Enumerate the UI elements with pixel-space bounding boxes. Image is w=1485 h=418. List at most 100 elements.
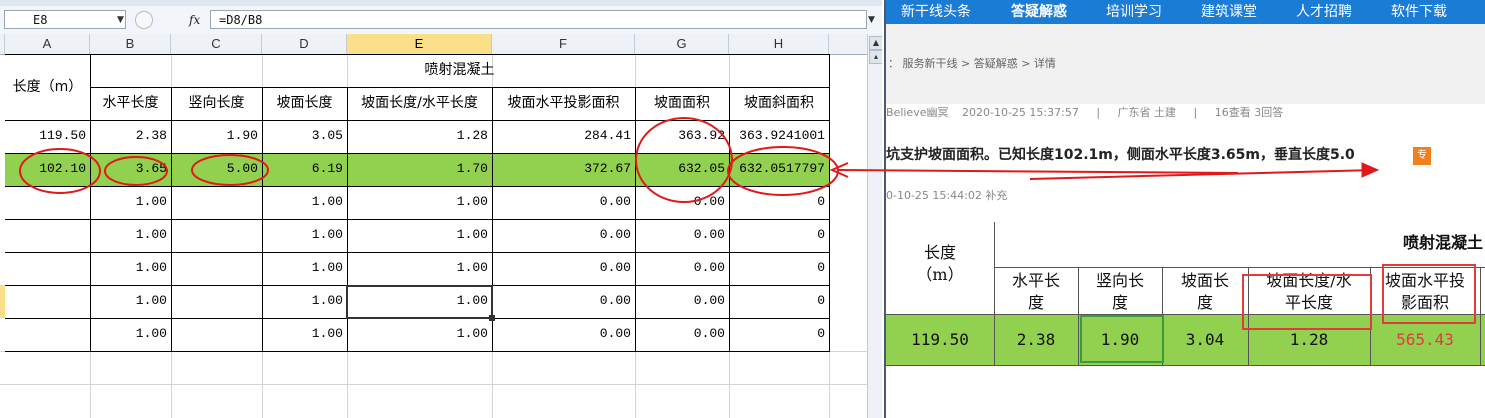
cell-inclined-area[interactable]: 0 <box>729 219 829 252</box>
cell-horizontal-length[interactable]: 1.00 <box>90 318 171 351</box>
cell-horizontal-length[interactable]: 3.65 <box>90 153 171 186</box>
cell-slope-ratio[interactable]: 1.00 <box>347 219 492 252</box>
cell-slope-area[interactable]: 0.00 <box>635 186 729 219</box>
cell-horizontal-length[interactable]: 1.00 <box>90 219 171 252</box>
split-handle[interactable]: ▴ <box>869 50 882 64</box>
breadcrumb[interactable]: ： 服务新干线 > 答疑解惑 > 详情 <box>888 55 1056 71</box>
table-border <box>635 87 636 351</box>
cell-slope-ratio[interactable]: 1.00 <box>347 318 492 351</box>
cell-slope-area[interactable]: 0.00 <box>635 219 729 252</box>
cell-length[interactable] <box>5 318 90 351</box>
name-box-dropdown-icon[interactable]: ▼ <box>117 15 124 25</box>
red-highlight-box <box>1382 264 1476 324</box>
cell-slope-ratio[interactable]: 1.00 <box>347 186 492 219</box>
formula-expand-icon[interactable]: ▼ <box>868 15 875 25</box>
col-header-c[interactable]: C <box>171 34 262 54</box>
cell-horizontal-length[interactable]: 2.38 <box>90 120 171 153</box>
cell-vertical-length[interactable] <box>171 252 262 285</box>
cell-projected-area[interactable]: 284.41 <box>492 120 635 153</box>
cell-slope-length[interactable]: 1.00 <box>262 186 347 219</box>
name-box[interactable]: E8 <box>4 10 126 29</box>
subheader-inclined-area[interactable]: 坡面斜面积 <box>729 87 829 120</box>
formula-input[interactable]: =D8/B8 <box>210 10 867 29</box>
nav-item-downloads[interactable]: 软件下载 <box>1391 0 1447 24</box>
cell-projected-area[interactable]: 0.00 <box>492 252 635 285</box>
cell-vertical-length[interactable] <box>171 219 262 252</box>
cell-slope-length[interactable]: 1.00 <box>262 219 347 252</box>
cell-slope-length[interactable]: 1.00 <box>262 285 347 318</box>
shotcrete-group-header[interactable]: 喷射混凝土 <box>90 54 829 87</box>
col-header-e[interactable]: E <box>347 34 492 54</box>
cell-inclined-area[interactable]: 363.9241001 <box>729 120 829 153</box>
cell-projected-area[interactable]: 372.67 <box>492 153 635 186</box>
col-header-d[interactable]: D <box>262 34 347 54</box>
subheader-slope-ratio[interactable]: 坡面长度/水平长度 <box>347 87 492 120</box>
cell-slope-ratio[interactable]: 1.00 <box>347 252 492 285</box>
cell-length[interactable] <box>5 285 90 318</box>
post-location: 广东省 土建 <box>1117 106 1177 119</box>
cell-horizontal-length[interactable]: 1.00 <box>90 285 171 318</box>
cell-inclined-area[interactable]: 0 <box>729 318 829 351</box>
subheader-horizontal-length[interactable]: 水平长度 <box>90 87 171 120</box>
cell-inclined-area[interactable]: 632.0517797 <box>729 153 829 186</box>
cell-length[interactable] <box>5 219 90 252</box>
cell-length[interactable] <box>5 252 90 285</box>
col-header-f[interactable]: F <box>492 34 635 54</box>
cell-slope-area[interactable]: 632.05 <box>635 153 729 186</box>
vertical-scrollbar[interactable]: ▲ ▴ <box>867 34 882 418</box>
cell-slope-area[interactable]: 0.00 <box>635 252 729 285</box>
cell-projected-area[interactable]: 0.00 <box>492 186 635 219</box>
cell-inclined-area[interactable]: 0 <box>729 186 829 219</box>
cell-slope-length[interactable]: 1.00 <box>262 252 347 285</box>
subheader-slope-area[interactable]: 坡面面积 <box>635 87 729 120</box>
cell-slope-ratio[interactable]: 1.70 <box>347 153 492 186</box>
cell-slope-area[interactable]: 0.00 <box>635 285 729 318</box>
table-border <box>5 153 830 154</box>
subheader-line: 竖向长 <box>1095 271 1144 290</box>
table-border <box>262 87 263 351</box>
cell-vertical-length[interactable]: 5.00 <box>171 153 262 186</box>
cell-projected-area[interactable]: 0.00 <box>492 285 635 318</box>
active-cell[interactable] <box>346 285 493 319</box>
subheader-vertical-length[interactable]: 竖向长度 <box>171 87 262 120</box>
cell-horizontal-length[interactable]: 1.00 <box>90 186 171 219</box>
cell-vertical-length[interactable] <box>171 285 262 318</box>
cell-slope-ratio[interactable]: 1.28 <box>347 120 492 153</box>
subheader-slope-length: 坡面长度 <box>1162 270 1248 314</box>
cell-slope-length[interactable]: 1.00 <box>262 318 347 351</box>
cell-vertical-length[interactable]: 1.90 <box>171 120 262 153</box>
col-header-h[interactable]: H <box>729 34 829 54</box>
nav-item-training[interactable]: 培训学习 <box>1106 0 1162 24</box>
cell-slope-length[interactable]: 6.19 <box>262 153 347 186</box>
cell-inclined-area[interactable]: 0 <box>729 252 829 285</box>
nav-item-qa[interactable]: 答疑解惑 <box>1011 0 1067 24</box>
col-header-a[interactable]: A <box>5 34 90 54</box>
author-name[interactable]: Believe幽冥 <box>886 106 948 119</box>
nav-item-classroom[interactable]: 建筑课堂 <box>1201 0 1257 24</box>
subheader-slope-length[interactable]: 坡面长度 <box>262 87 347 120</box>
col-header-b[interactable]: B <box>90 34 171 54</box>
nav-item-jobs[interactable]: 人才招聘 <box>1296 0 1352 24</box>
fill-handle[interactable] <box>489 315 495 321</box>
cell-vertical-length[interactable] <box>171 318 262 351</box>
cell-projected-area[interactable]: 0.00 <box>492 318 635 351</box>
worksheet-grid[interactable]: 长度（m） 喷射混凝土 水平长度 竖向长度 坡面长度 坡面长度/水平长度 坡面水… <box>0 54 867 418</box>
table-border <box>1078 267 1079 365</box>
insert-function-icon[interactable]: fx <box>189 13 200 27</box>
cell-length[interactable] <box>5 186 90 219</box>
scroll-up-icon[interactable]: ▲ <box>869 36 882 50</box>
cell-length[interactable]: 119.50 <box>5 120 90 153</box>
nav-item-news[interactable]: 新干线头条 <box>901 0 971 24</box>
cell-length[interactable]: 102.10 <box>5 153 90 186</box>
col-header-g[interactable]: G <box>635 34 729 54</box>
cell-slope-area[interactable]: 0.00 <box>635 318 729 351</box>
cell-slope-length[interactable]: 3.05 <box>262 120 347 153</box>
length-header[interactable]: 长度（m） <box>5 54 90 120</box>
formula-bar-expand-icon[interactable] <box>135 11 153 29</box>
cell-projected-area[interactable]: 0.00 <box>492 219 635 252</box>
cell-horizontal-length[interactable]: 1.00 <box>90 252 171 285</box>
cell-vertical-length[interactable] <box>171 186 262 219</box>
subheader-projected-area[interactable]: 坡面水平投影面积 <box>492 87 635 120</box>
cell-slope-area[interactable]: 363.92 <box>635 120 729 153</box>
cell-inclined-area[interactable]: 0 <box>729 285 829 318</box>
